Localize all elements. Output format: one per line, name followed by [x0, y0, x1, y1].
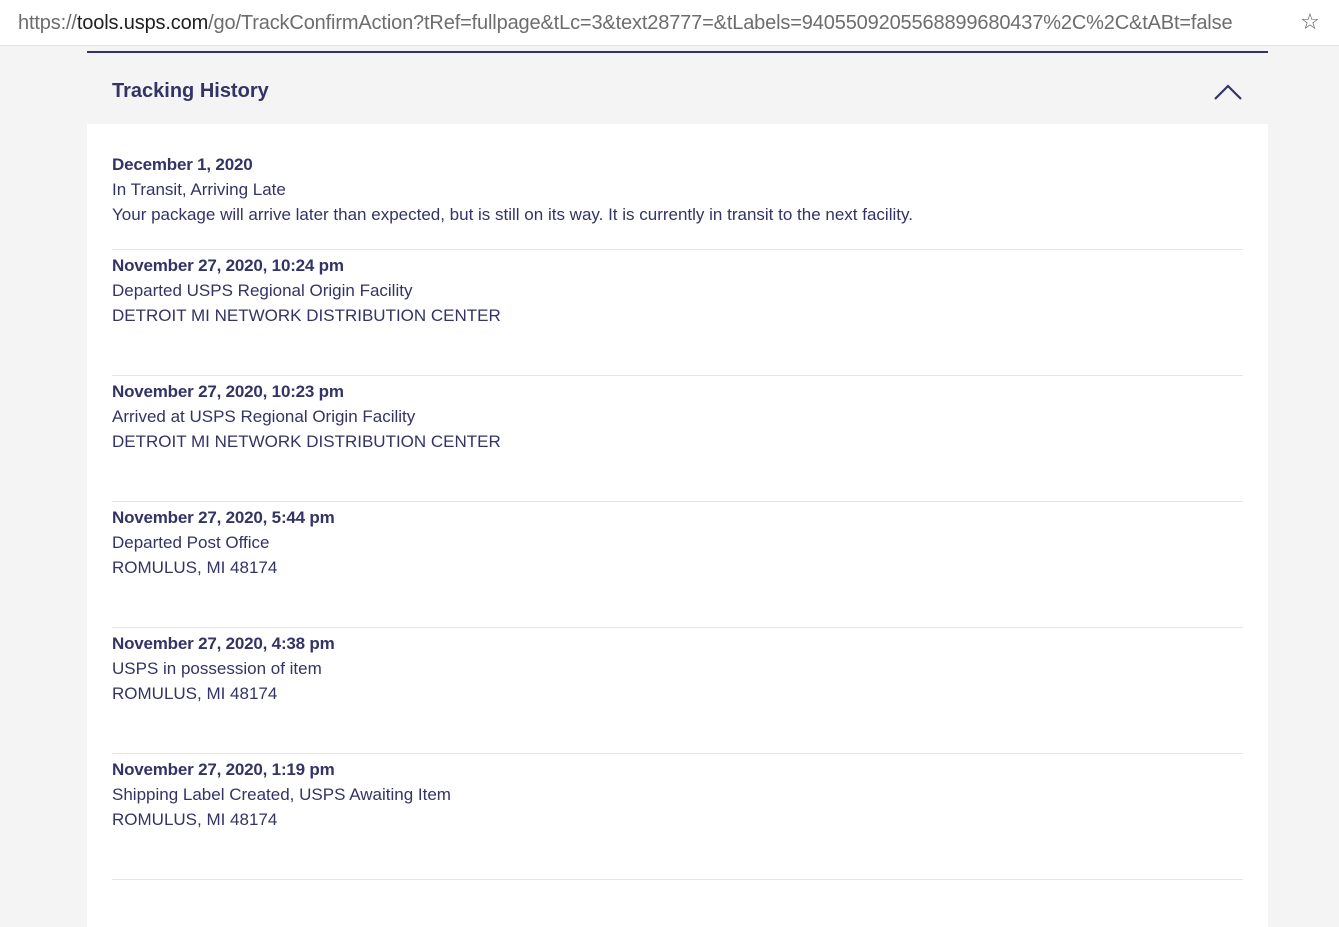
tracking-event: December 1, 2020 In Transit, Arriving La… — [112, 150, 1243, 250]
event-location: ROMULUS, MI 48174 — [112, 810, 278, 829]
tracking-history-toggle[interactable]: Tracking History — [87, 53, 1268, 124]
event-detail: Your package will arrive later than expe… — [112, 205, 913, 224]
tracking-history-panel: Tracking History December 1, 2020 In Tra… — [87, 51, 1268, 927]
tracking-event-list: December 1, 2020 In Transit, Arriving La… — [112, 150, 1243, 881]
url-path: /go/TrackConfirmAction?tRef=fullpage&tLc… — [208, 12, 1233, 34]
event-status: In Transit, Arriving Late — [112, 180, 286, 199]
event-status: Arrived at USPS Regional Origin Facility — [112, 407, 416, 426]
event-date: November 27, 2020, 1:19 pm — [112, 760, 335, 779]
url-scheme: https:// — [18, 12, 77, 34]
event-date: November 27, 2020, 4:38 pm — [112, 634, 335, 653]
tracking-history-body: December 1, 2020 In Transit, Arriving La… — [87, 124, 1268, 927]
event-status: Departed Post Office — [112, 533, 270, 552]
event-status: Departed USPS Regional Origin Facility — [112, 281, 413, 300]
event-date: November 27, 2020, 5:44 pm — [112, 508, 335, 527]
event-location: DETROIT MI NETWORK DISTRIBUTION CENTER — [112, 306, 501, 325]
event-status: USPS in possession of item — [112, 659, 322, 678]
tracking-event: November 27, 2020, 10:24 pm Departed USP… — [112, 251, 1243, 376]
event-location: ROMULUS, MI 48174 — [112, 684, 278, 703]
tracking-event: November 27, 2020, 1:19 pm Shipping Labe… — [112, 755, 1243, 880]
chevron-up-icon[interactable] — [1213, 80, 1243, 102]
tracking-event: November 27, 2020, 10:23 pm Arrived at U… — [112, 377, 1243, 502]
event-date: November 27, 2020, 10:23 pm — [112, 382, 344, 401]
event-status: Shipping Label Created, USPS Awaiting It… — [112, 785, 451, 804]
url-host: tools.usps.com — [76, 12, 209, 34]
url-text[interactable]: https://tools.usps.com/go/TrackConfirmAc… — [18, 11, 1233, 35]
browser-address-bar[interactable]: https://tools.usps.com/go/TrackConfirmAc… — [0, 0, 1339, 46]
bookmark-star-icon[interactable]: ☆ — [1297, 9, 1323, 35]
event-date: November 27, 2020, 10:24 pm — [112, 256, 344, 275]
tracking-event: November 27, 2020, 4:38 pm USPS in posse… — [112, 629, 1243, 754]
event-location: ROMULUS, MI 48174 — [112, 558, 278, 577]
tracking-event: November 27, 2020, 5:44 pm Departed Post… — [112, 503, 1243, 628]
tracking-history-title: Tracking History — [112, 80, 269, 102]
event-date: December 1, 2020 — [112, 155, 253, 174]
event-location: DETROIT MI NETWORK DISTRIBUTION CENTER — [112, 432, 501, 451]
